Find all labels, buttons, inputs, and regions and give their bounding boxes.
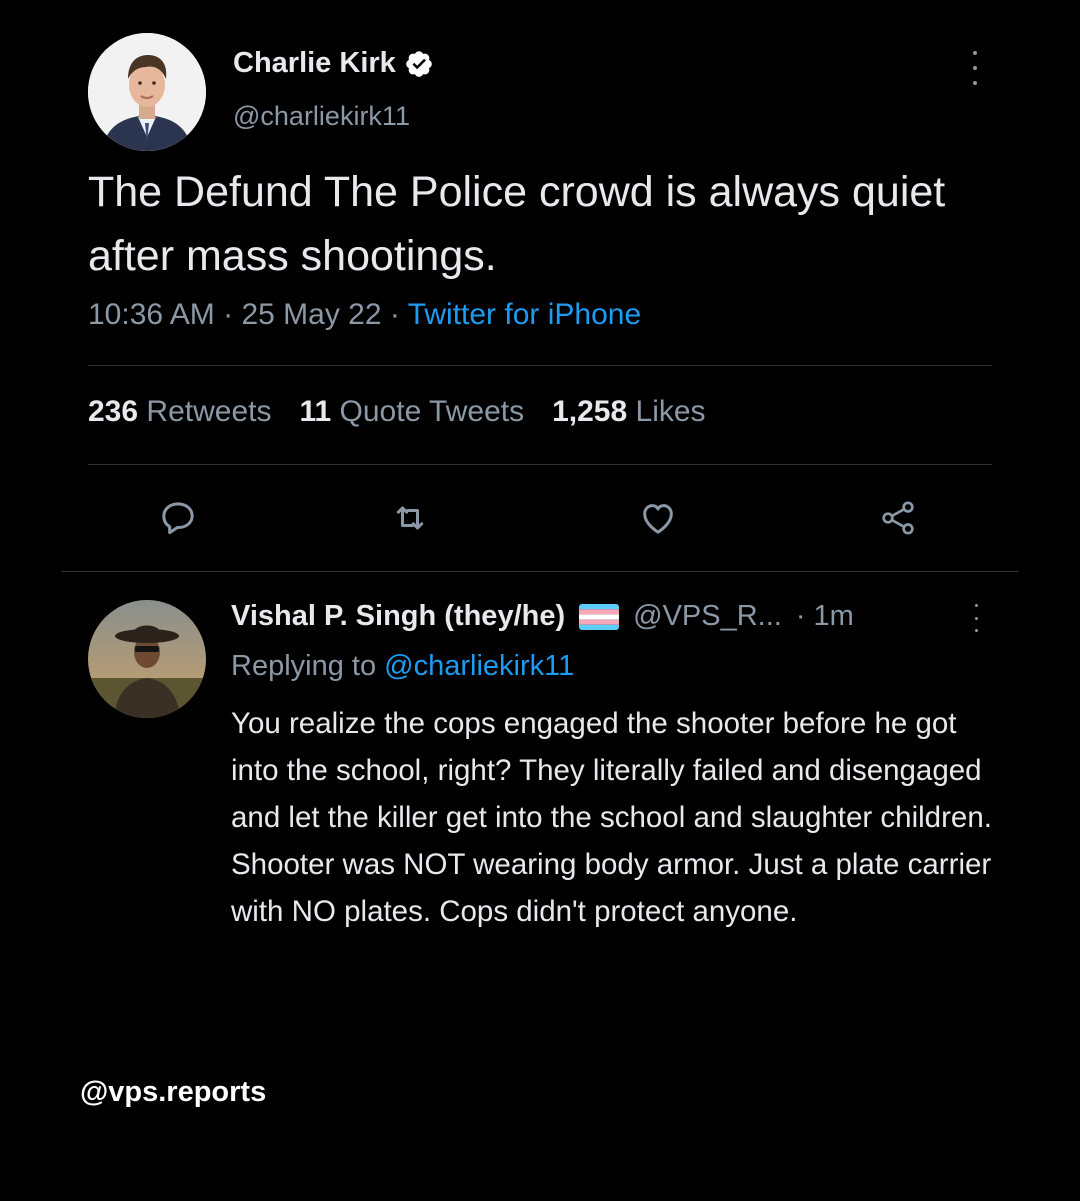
divider [88, 365, 992, 366]
reply-author-name[interactable]: Vishal P. Singh (they/he) [231, 600, 565, 633]
tweet-text: The Defund The Police crowd is always qu… [88, 168, 946, 280]
meta-separator: · [223, 298, 234, 331]
reply-author-handle[interactable]: @VPS_R... [633, 600, 782, 633]
likes-stat[interactable]: 1,258 Likes [552, 395, 705, 428]
replying-to-label: Replying to [231, 650, 377, 682]
replying-to-line: Replying to @charliekirk11 [231, 650, 574, 683]
author-name-text: Charlie Kirk [233, 47, 396, 79]
tweet-stats: 236 Retweets 11 Quote Tweets 1,258 Likes [88, 395, 706, 429]
main-author-name[interactable]: Charlie Kirk [233, 47, 434, 80]
more-options-icon[interactable] [969, 51, 981, 85]
tweet-date[interactable]: 25 May 22 [241, 298, 381, 331]
like-icon [643, 504, 673, 534]
tweet-meta: 10:36 AM · 25 May 22 · Twitter for iPhon… [88, 298, 641, 332]
reply-author-avatar[interactable] [88, 600, 206, 718]
retweets-stat[interactable]: 236 Retweets [88, 395, 271, 428]
transgender-flag-icon [579, 603, 620, 630]
reply-icon [162, 502, 194, 535]
reply-text: You realize the cops engaged the shooter… [231, 707, 992, 928]
reply-button[interactable] [157, 497, 199, 539]
reply-time[interactable]: · 1m [796, 600, 854, 633]
verified-badge-icon [404, 49, 434, 79]
main-author-handle[interactable]: @charliekirk11 [233, 101, 410, 132]
share-button[interactable] [877, 497, 919, 539]
retweet-icon [396, 506, 424, 530]
watermark: @vps.reports [80, 1076, 267, 1108]
replying-to-mention[interactable]: @charliekirk11 [384, 650, 574, 682]
divider [88, 464, 992, 465]
like-button[interactable] [637, 497, 679, 539]
avatar-photo [88, 33, 206, 151]
quote-tweets-stat[interactable]: 11 Quote Tweets [299, 395, 524, 428]
reply-more-options-icon[interactable] [970, 604, 982, 632]
avatar-photo [88, 600, 206, 718]
divider [62, 571, 1018, 572]
reply-header: Vishal P. Singh (they/he) @VPS_R... · 1m [231, 600, 854, 633]
meta-separator: · [389, 298, 400, 331]
tweet-source-link[interactable]: Twitter for iPhone [408, 298, 641, 331]
main-author-avatar[interactable] [88, 33, 206, 151]
share-icon [882, 501, 914, 535]
tweet-time[interactable]: 10:36 AM [88, 298, 215, 331]
retweet-button[interactable] [389, 497, 431, 539]
